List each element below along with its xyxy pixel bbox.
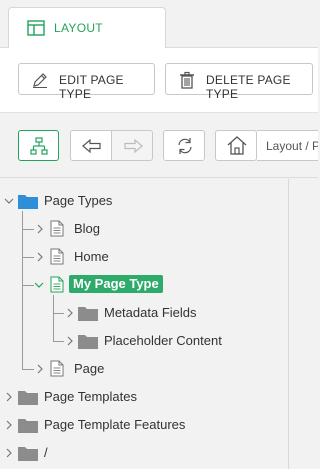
arrow-right-icon [124,138,143,154]
tree-node-page-types[interactable]: Page Types [0,189,200,213]
tree-node-my-page-type[interactable]: My Page Type [0,273,200,297]
document-icon [50,360,64,377]
tree-node-label: Metadata Fields [104,305,197,320]
tree-node-label: Page Types [44,193,113,208]
chevron-right-icon[interactable] [36,252,44,262]
tree-node-placeholder-content[interactable]: Placeholder Content [0,329,260,353]
tree-node-label: Page Templates [44,389,137,404]
edit-page-type-button[interactable]: EDIT PAGE TYPE [18,63,155,101]
tree-node-label: Placeholder Content [104,333,222,348]
chevron-right-icon[interactable] [5,392,13,402]
tree-node-metadata-fields[interactable]: Metadata Fields [0,301,260,325]
chevron-right-icon[interactable] [66,336,74,346]
folder-icon [78,307,98,321]
tab-strip: LAYOUT [0,0,318,49]
tree-node-label: My Page Type [69,275,163,293]
trash-icon [180,71,194,89]
edit-page-type-label: EDIT PAGE TYPE [59,73,124,101]
delete-page-type-label: DELETE PAGE TYPE [206,73,291,101]
home-icon [227,136,247,155]
sitemap-icon [30,137,48,155]
folder-icon [18,195,38,209]
page-type-tree: Page Types Blog Home My Page Type Metada… [0,179,289,469]
tree-node-label: Page Template Features [44,417,186,432]
arrow-left-icon [82,138,101,154]
delete-page-type-button[interactable]: DELETE PAGE TYPE [165,63,313,101]
tree-node-blog[interactable]: Blog [0,217,200,241]
back-button[interactable] [70,130,112,161]
chevron-down-icon[interactable] [4,197,14,205]
toolbar: EDIT PAGE TYPE DELETE PAGE TYPE [0,48,318,113]
breadcrumb[interactable]: Layout / P [257,130,318,161]
chevron-right-icon[interactable] [36,224,44,234]
navigation-bar: Layout / P [0,113,318,178]
document-icon [50,276,64,293]
chevron-right-icon[interactable] [5,420,13,430]
tree-node-page-templates[interactable]: Page Templates [0,385,260,409]
chevron-right-icon[interactable] [66,308,74,318]
app-window: LAYOUT EDIT PAGE TYPE DELETE PAGE TYPE L… [0,0,318,469]
document-icon [50,220,64,237]
folder-icon [18,391,38,405]
refresh-icon [178,138,192,154]
pencil-icon [33,73,47,88]
chevron-down-icon[interactable] [34,281,44,289]
tree-node-page[interactable]: Page [0,357,200,381]
sitemap-button[interactable] [18,130,59,161]
content-pane [289,179,318,469]
forward-button[interactable] [111,130,153,161]
tree-node-label: Blog [74,221,101,236]
home-button[interactable] [215,130,257,161]
tree-node-label: Page [74,361,105,376]
folder-icon [18,419,38,433]
tree-node-home[interactable]: Home [0,245,200,269]
document-icon [50,248,64,265]
folder-icon [78,335,98,349]
layout-icon [27,20,45,36]
chevron-right-icon[interactable] [5,448,13,458]
tree-node-root-slash[interactable]: / [0,441,200,465]
folder-icon [18,447,38,461]
chevron-right-icon[interactable] [36,364,44,374]
refresh-button[interactable] [163,130,205,161]
tab-label: LAYOUT [54,21,103,35]
tree-node-page-template-features[interactable]: Page Template Features [0,413,260,437]
tab-layout[interactable]: LAYOUT [8,7,166,49]
breadcrumb-text: Layout / P [266,139,318,153]
tree-node-label: / [44,445,48,460]
tree-node-label: Home [74,249,109,264]
